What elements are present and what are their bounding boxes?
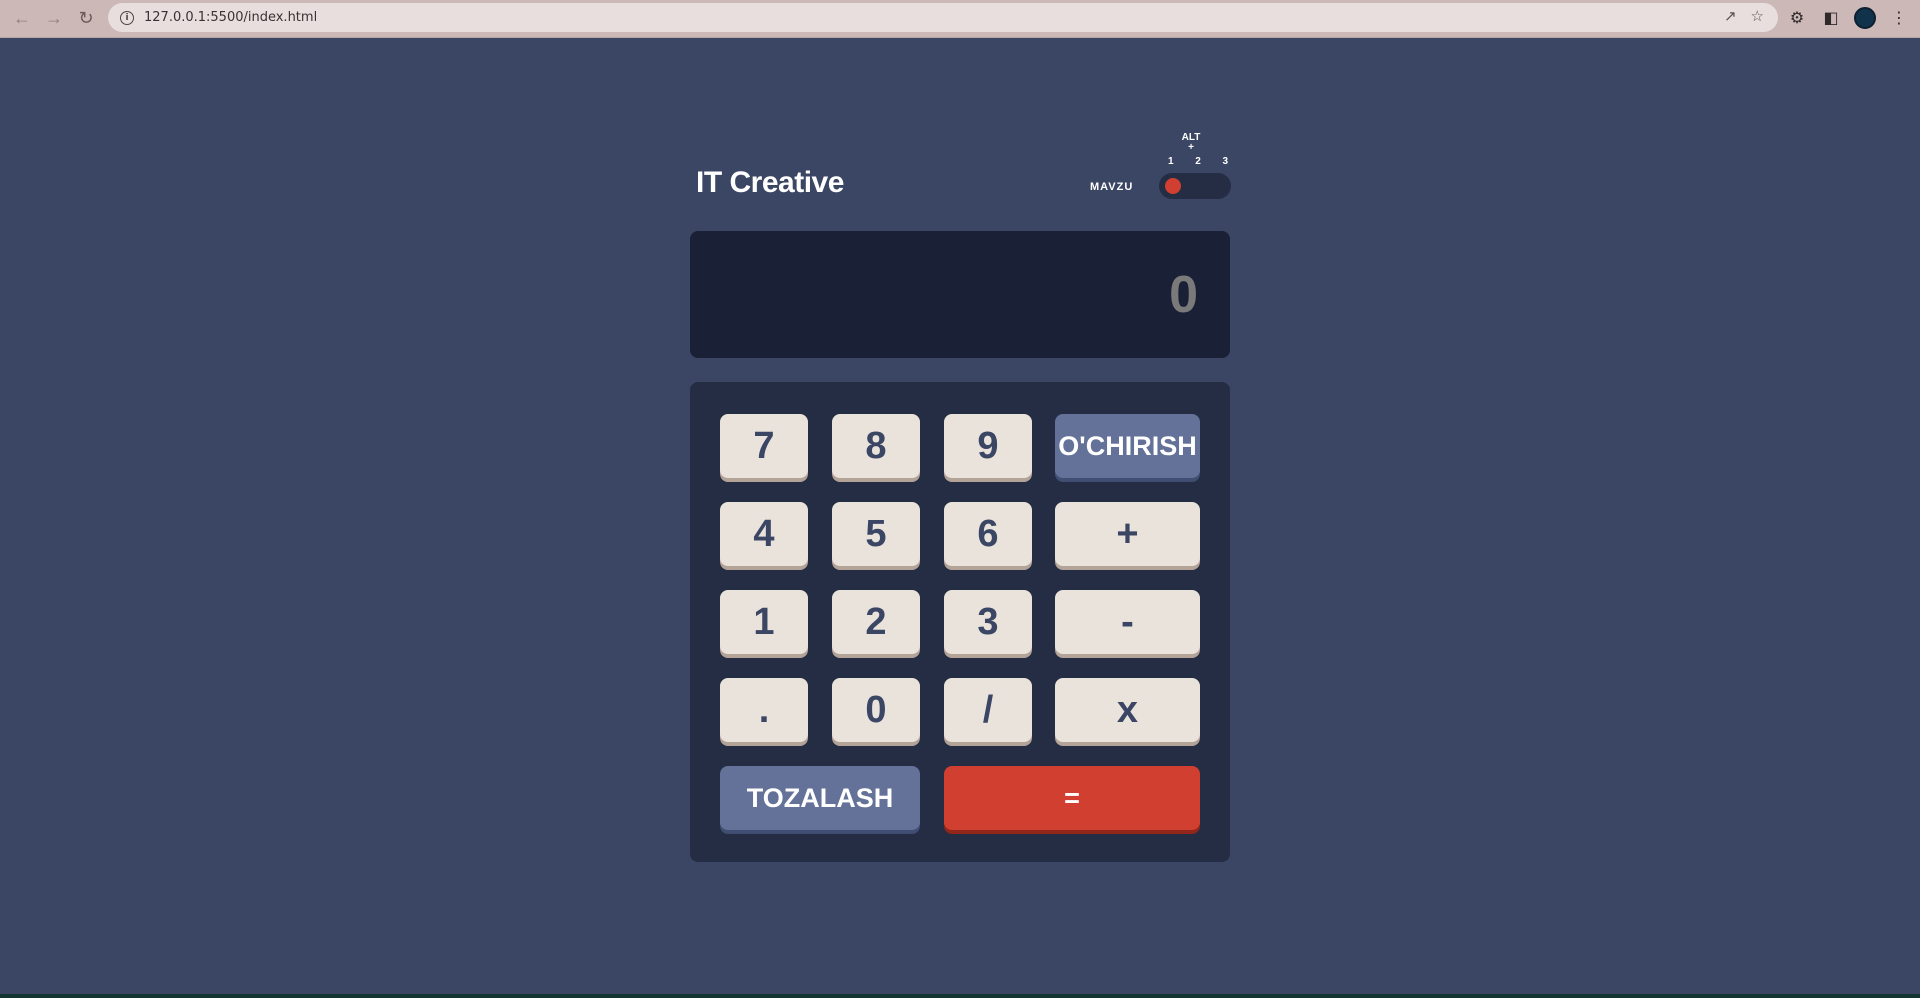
- equals-button[interactable]: =: [944, 766, 1200, 830]
- theme-option-1[interactable]: 1: [1168, 156, 1174, 167]
- calculator-header: IT Creative MAVZU ALT + 1 2 3: [690, 128, 1231, 200]
- address-bar[interactable]: i 127.0.0.1:5500/index.html ↗ ☆: [108, 3, 1778, 32]
- sidepanel-icon[interactable]: ◧: [1820, 4, 1842, 32]
- key-4[interactable]: 4: [720, 502, 808, 566]
- key-6[interactable]: 6: [944, 502, 1032, 566]
- taskbar-edge: [0, 994, 1920, 998]
- key-8[interactable]: 8: [832, 414, 920, 478]
- display-value: 0: [1169, 265, 1198, 324]
- key-2[interactable]: 2: [832, 590, 920, 654]
- share-icon[interactable]: ↗: [1724, 7, 1737, 25]
- subtract-button[interactable]: -: [1055, 590, 1200, 654]
- theme-shortcut-hint: ALT +: [1181, 132, 1201, 153]
- delete-button[interactable]: O'CHIRISH: [1055, 414, 1200, 478]
- add-button[interactable]: +: [1055, 502, 1200, 566]
- extensions-icon[interactable]: ⚙: [1786, 4, 1808, 32]
- star-icon[interactable]: ☆: [1751, 7, 1764, 25]
- app-title: IT Creative: [696, 166, 844, 199]
- theme-toggle[interactable]: [1159, 173, 1231, 199]
- keypad: 7 8 9 O'CHIRISH 4 5 6 + 1 2 3 - . 0 / x …: [690, 382, 1230, 862]
- theme-options: 1 2 3: [1168, 156, 1228, 167]
- calculator-display: 0: [690, 231, 1230, 358]
- url-text[interactable]: 127.0.0.1:5500/index.html: [144, 10, 317, 25]
- theme-option-3[interactable]: 3: [1222, 156, 1228, 167]
- back-arrow-icon[interactable]: ←: [6, 2, 38, 36]
- reload-icon[interactable]: ↻: [70, 2, 102, 36]
- forward-arrow-icon[interactable]: →: [38, 2, 70, 36]
- theme-toggle-knob[interactable]: [1165, 178, 1181, 194]
- info-icon[interactable]: i: [120, 10, 134, 25]
- menu-dots-icon[interactable]: ⋮: [1888, 4, 1910, 32]
- reset-button[interactable]: TOZALASH: [720, 766, 920, 830]
- decimal-button[interactable]: .: [720, 678, 808, 742]
- key-7[interactable]: 7: [720, 414, 808, 478]
- multiply-button[interactable]: x: [1055, 678, 1200, 742]
- theme-option-2[interactable]: 2: [1195, 156, 1201, 167]
- key-5[interactable]: 5: [832, 502, 920, 566]
- calculator: IT Creative MAVZU ALT + 1 2 3 0 7 8 9 O'C…: [690, 128, 1231, 862]
- key-3[interactable]: 3: [944, 590, 1032, 654]
- key-1[interactable]: 1: [720, 590, 808, 654]
- profile-avatar-icon[interactable]: [1854, 7, 1876, 29]
- browser-toolbar: ← → ↻ i 127.0.0.1:5500/index.html ↗ ☆ ⚙ …: [0, 0, 1920, 38]
- divide-button[interactable]: /: [944, 678, 1032, 742]
- key-9[interactable]: 9: [944, 414, 1032, 478]
- key-0[interactable]: 0: [832, 678, 920, 742]
- theme-label: MAVZU: [1090, 181, 1134, 193]
